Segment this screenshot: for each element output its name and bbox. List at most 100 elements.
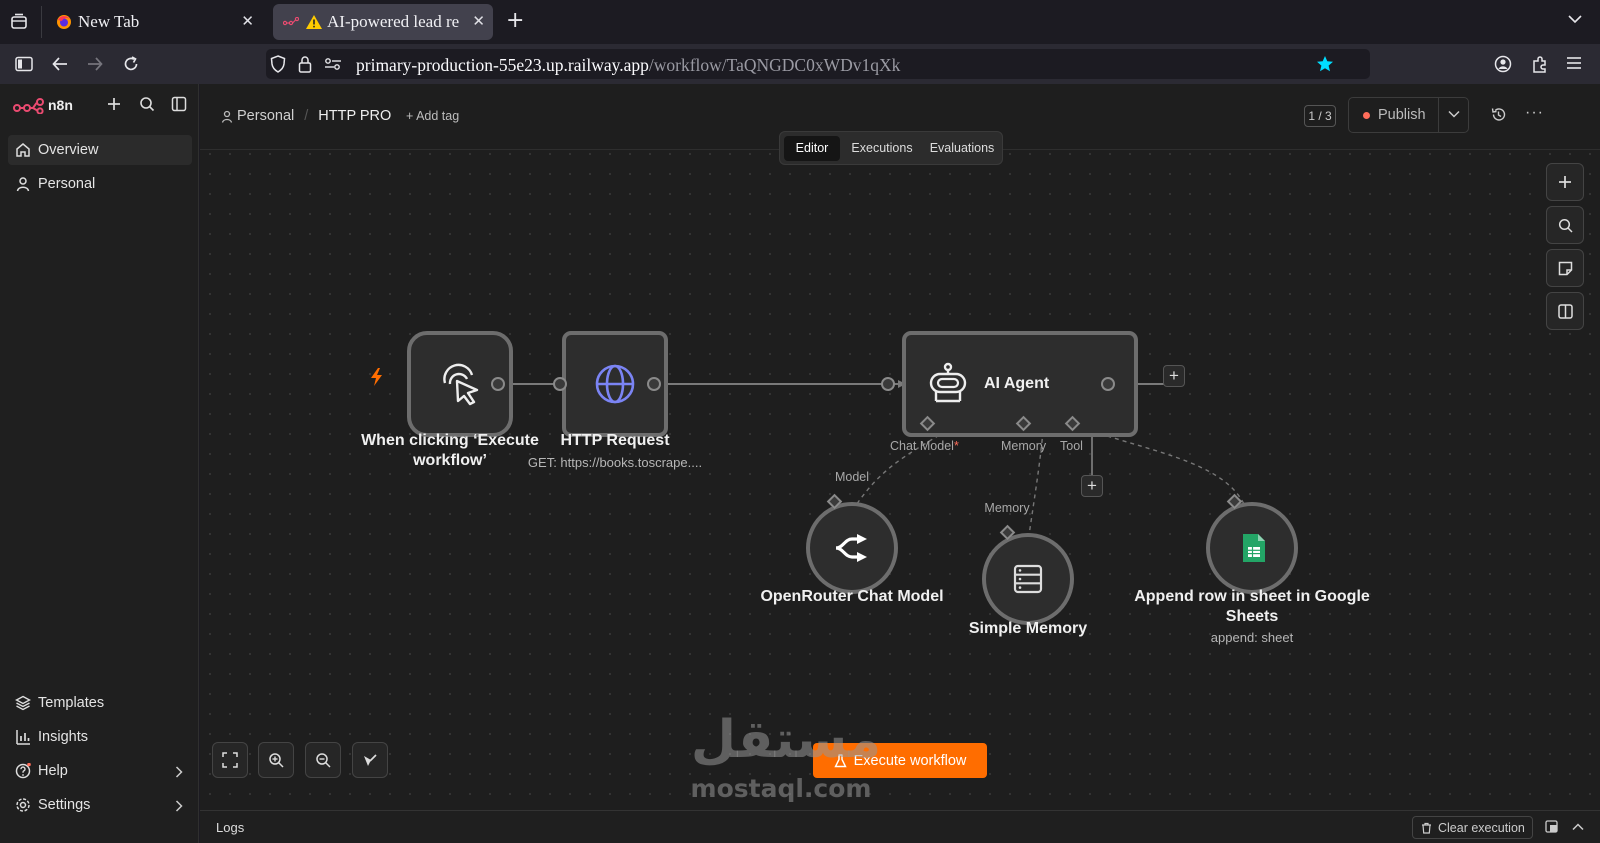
node-subtitle: GET: https://books.toscrape.... bbox=[527, 455, 703, 470]
database-icon bbox=[1011, 562, 1045, 596]
breadcrumb-project[interactable]: Personal bbox=[237, 108, 294, 124]
node-google-sheets[interactable] bbox=[1206, 502, 1298, 594]
zoom-in-button[interactable] bbox=[258, 742, 294, 778]
add-node-plus-icon[interactable]: + bbox=[1163, 365, 1185, 387]
user-icon bbox=[221, 110, 233, 123]
tab-list-icon[interactable] bbox=[10, 13, 28, 31]
sidebar-item-label: Templates bbox=[38, 695, 105, 711]
sidebar-item-insights[interactable]: Insights bbox=[8, 722, 192, 752]
sidebar-item-personal[interactable]: Personal bbox=[8, 169, 192, 199]
toggle-panel-button[interactable] bbox=[1546, 292, 1584, 330]
node-subtitle: append: sheet bbox=[1210, 630, 1294, 645]
add-node-button[interactable] bbox=[1546, 163, 1584, 201]
n8n-sidebar: n8n Overview Personal Templates Insights… bbox=[0, 84, 199, 843]
tab-editor[interactable]: Editor bbox=[784, 136, 840, 161]
watermark-latin: mostaql.com bbox=[690, 774, 872, 803]
url-text[interactable]: primary-production-55e23.up.railway.app/… bbox=[356, 55, 900, 76]
reload-icon[interactable] bbox=[122, 55, 140, 73]
more-options-icon[interactable]: ··· bbox=[1525, 104, 1544, 122]
cursor-click-icon bbox=[437, 361, 483, 407]
settings-icon bbox=[15, 797, 31, 813]
input-handle[interactable] bbox=[881, 377, 895, 391]
view-tabs: Editor Executions Evaluations bbox=[779, 131, 1003, 165]
bookmark-star-icon[interactable] bbox=[1316, 55, 1334, 73]
node-title: Simple Memory bbox=[968, 620, 1088, 637]
fit-view-icon bbox=[222, 752, 238, 768]
sidebar-item-settings[interactable]: Settings bbox=[8, 790, 192, 820]
breadcrumb-separator: / bbox=[304, 108, 309, 124]
sticky-note-button[interactable] bbox=[1546, 249, 1584, 287]
model-port-label: Model bbox=[834, 470, 870, 484]
workflow-header: Personal / HTTP PRO + Add tag 1 / 3 Publ… bbox=[200, 84, 1600, 165]
history-icon[interactable] bbox=[1491, 107, 1506, 122]
close-tab-icon[interactable]: ✕ bbox=[472, 12, 485, 30]
sidebar-item-templates[interactable]: Templates bbox=[8, 688, 192, 718]
breadcrumb[interactable]: Personal / HTTP PRO bbox=[221, 108, 391, 124]
browser-tab-new[interactable]: New Tab ✕ bbox=[46, 4, 262, 40]
add-tag-button[interactable]: + Add tag bbox=[406, 109, 459, 123]
zoom-in-icon bbox=[268, 752, 284, 768]
sidebar-item-help[interactable]: Help bbox=[8, 756, 192, 786]
publish-divider bbox=[1438, 98, 1439, 132]
collapse-sidebar-icon[interactable] bbox=[171, 96, 187, 112]
chat-model-port-label: Chat Model* bbox=[890, 439, 959, 453]
help-icon bbox=[15, 763, 31, 779]
search-nodes-button[interactable] bbox=[1546, 206, 1584, 244]
insights-icon bbox=[15, 729, 31, 745]
output-handle[interactable] bbox=[491, 377, 505, 391]
close-tab-icon[interactable]: ✕ bbox=[241, 12, 254, 30]
browser-tab-active[interactable]: AI-powered lead re ✕ bbox=[273, 4, 493, 40]
node-simple-memory[interactable] bbox=[982, 533, 1074, 625]
account-icon[interactable] bbox=[1494, 55, 1512, 73]
clear-execution-label: Clear execution bbox=[1438, 820, 1525, 835]
chevron-down-icon[interactable] bbox=[1568, 14, 1582, 24]
popout-icon[interactable] bbox=[1545, 820, 1558, 833]
output-handle[interactable] bbox=[647, 377, 661, 391]
node-openrouter-chat-model[interactable] bbox=[806, 502, 898, 594]
forward-arrow-icon[interactable] bbox=[86, 55, 104, 73]
main-connection-http-agent bbox=[668, 380, 906, 388]
sidebar-item-label: Personal bbox=[38, 176, 96, 192]
node-title: AI Agent bbox=[984, 375, 1050, 392]
input-handle[interactable] bbox=[553, 377, 567, 391]
n8n-logo-icon[interactable] bbox=[13, 98, 45, 114]
firefox-icon bbox=[56, 14, 72, 30]
lock-icon[interactable] bbox=[298, 55, 312, 73]
shield-icon[interactable] bbox=[270, 55, 286, 73]
sidebar-toggle-icon[interactable] bbox=[15, 56, 33, 72]
output-handle[interactable] bbox=[1101, 377, 1115, 391]
tab-divider bbox=[41, 6, 42, 38]
watermark-arabic: مستقل bbox=[690, 710, 882, 770]
robot-icon bbox=[926, 361, 970, 405]
fit-view-button[interactable] bbox=[212, 742, 248, 778]
node-title: OpenRouter Chat Model bbox=[760, 588, 944, 605]
new-tab-plus-icon[interactable]: + bbox=[506, 10, 524, 32]
workflow-name[interactable]: HTTP PRO bbox=[318, 108, 391, 124]
zoom-out-button[interactable] bbox=[305, 742, 341, 778]
search-icon[interactable] bbox=[139, 96, 155, 112]
tab-evaluations[interactable]: Evaluations bbox=[924, 136, 1000, 161]
sidebar-item-label: Settings bbox=[38, 797, 91, 813]
create-plus-icon[interactable] bbox=[106, 96, 122, 112]
tab-executions[interactable]: Executions bbox=[844, 136, 920, 161]
tool-connection bbox=[1091, 430, 1248, 512]
publish-button[interactable]: Publish bbox=[1349, 98, 1438, 132]
warning-icon bbox=[305, 14, 323, 30]
clear-execution-button[interactable]: Clear execution bbox=[1412, 816, 1533, 839]
back-arrow-icon[interactable] bbox=[51, 55, 69, 73]
tidy-up-button[interactable] bbox=[352, 742, 388, 778]
chevron-down-icon[interactable] bbox=[1448, 110, 1460, 118]
chevron-up-icon[interactable] bbox=[1572, 823, 1584, 831]
extensions-icon[interactable] bbox=[1531, 55, 1549, 73]
logs-bar[interactable]: Logs Clear execution bbox=[200, 810, 1600, 843]
search-icon bbox=[1558, 218, 1573, 233]
menu-icon[interactable] bbox=[1566, 56, 1582, 70]
plus-icon bbox=[1558, 175, 1572, 189]
workflow-canvas[interactable]: When clicking ‘Execute workflow’ HTTP Re… bbox=[200, 84, 1600, 810]
url-bar[interactable]: primary-production-55e23.up.railway.app/… bbox=[266, 49, 1370, 79]
sidebar-item-overview[interactable]: Overview bbox=[8, 135, 192, 165]
url-host: primary-production-55e23.up.railway.app bbox=[356, 55, 649, 75]
permissions-icon[interactable] bbox=[324, 58, 342, 70]
tool-port-label: Tool bbox=[1060, 439, 1083, 453]
add-tool-plus-icon[interactable]: + bbox=[1081, 475, 1103, 497]
